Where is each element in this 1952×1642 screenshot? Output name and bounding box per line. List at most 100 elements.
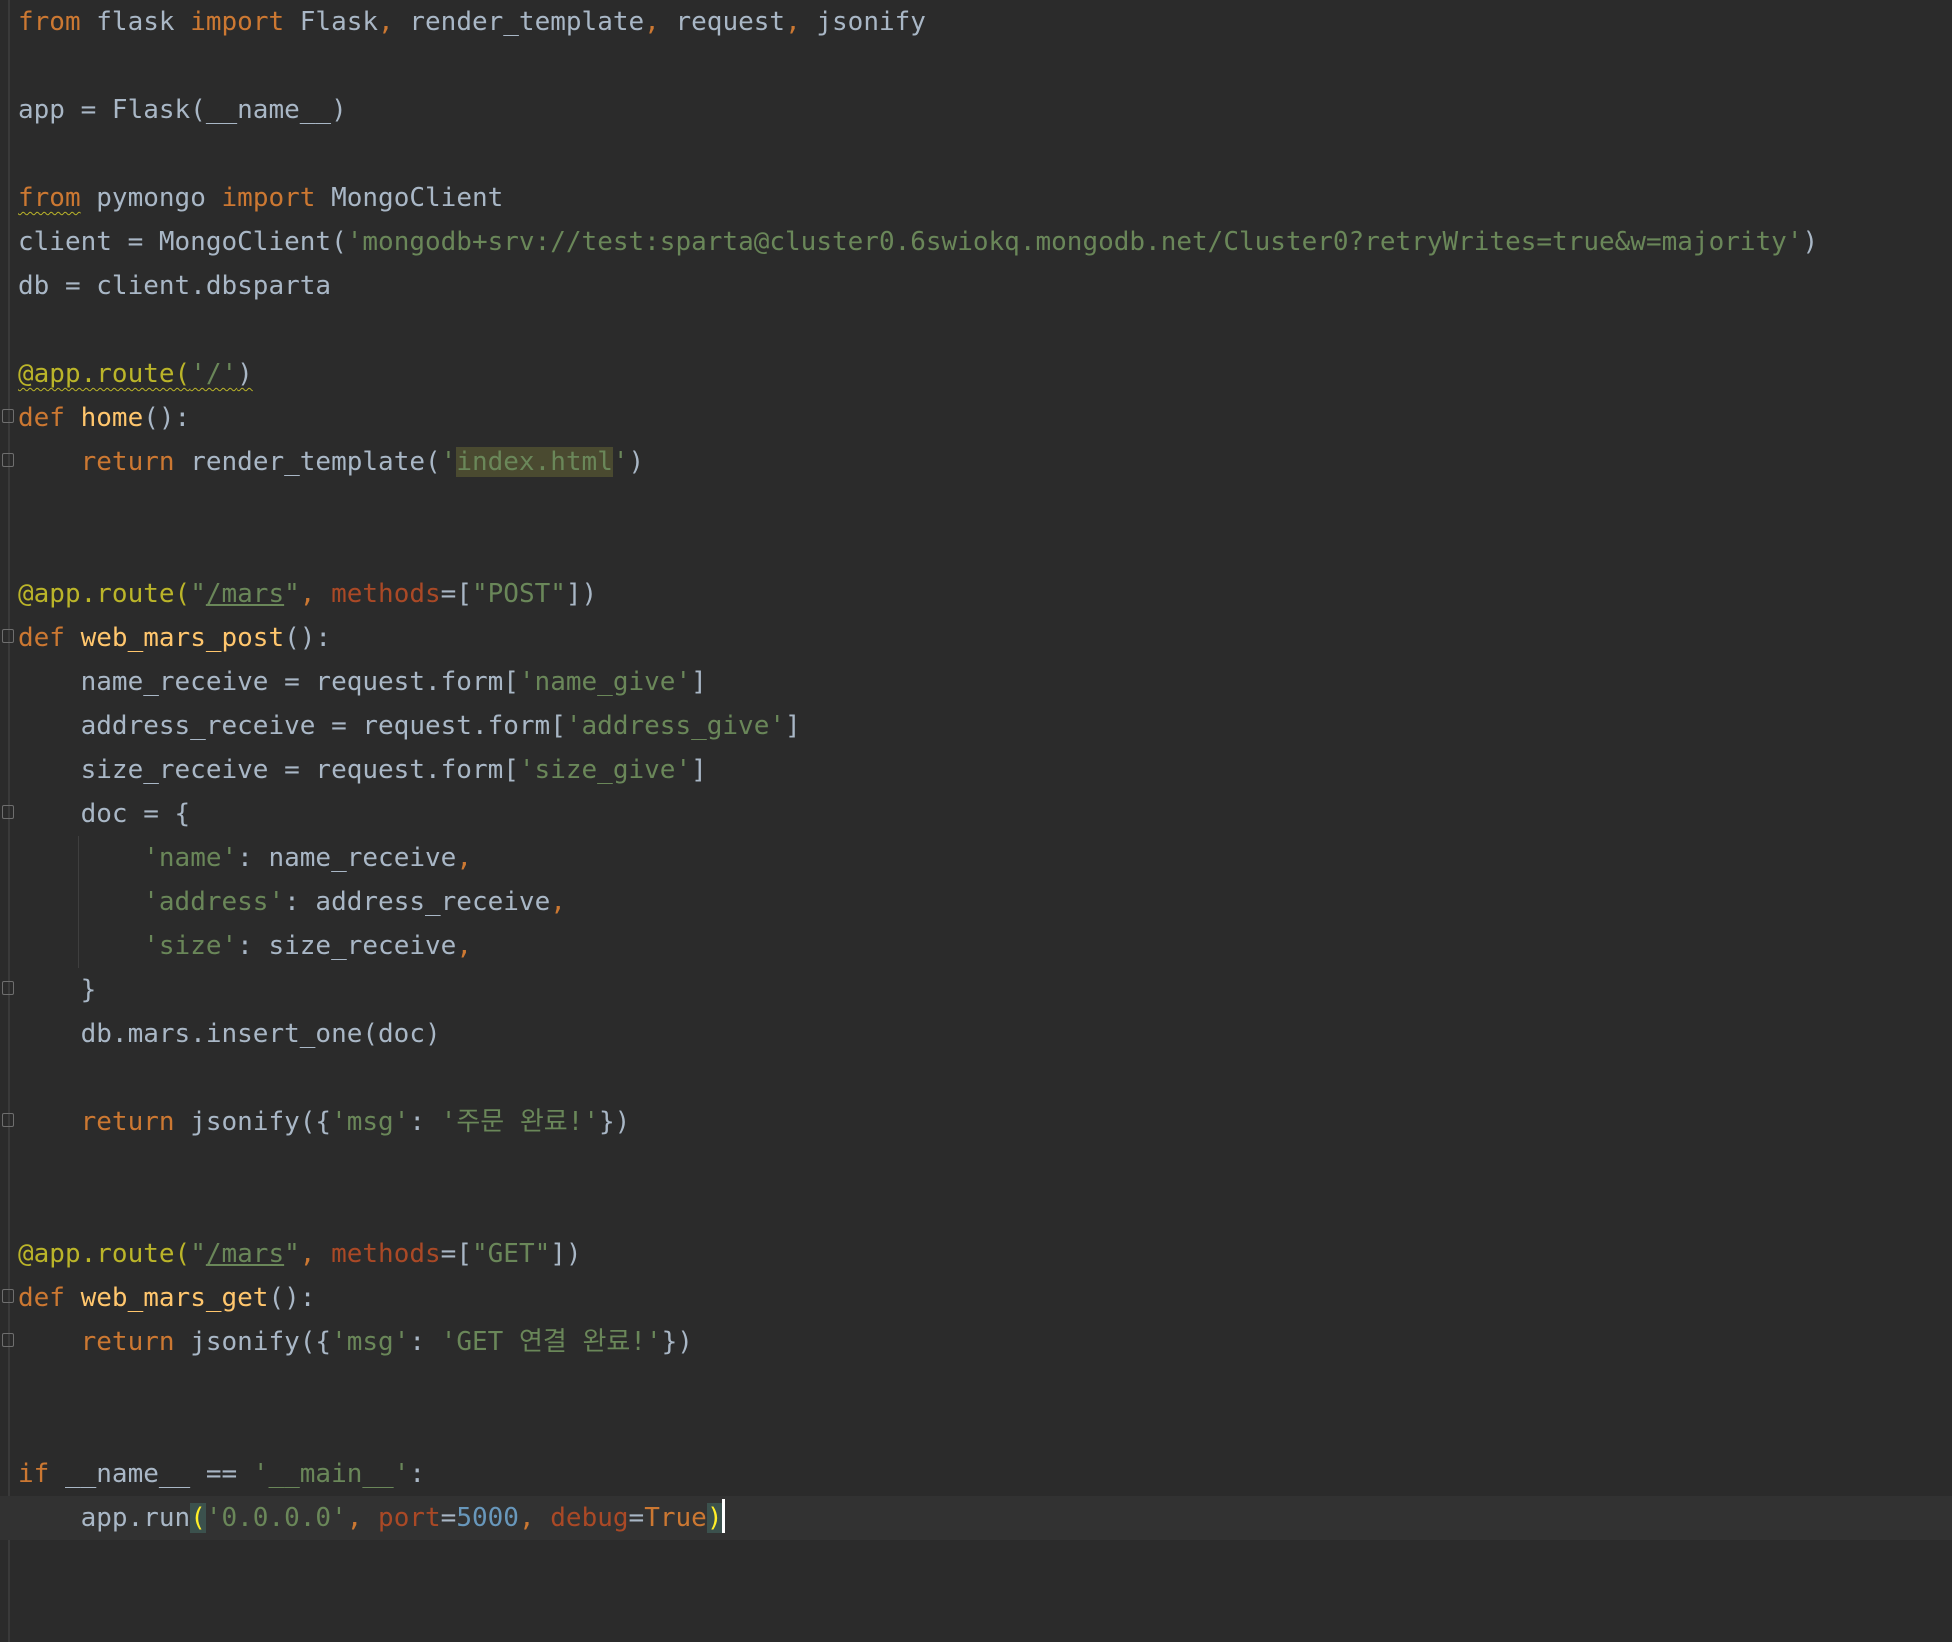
code-line[interactable]	[18, 44, 1952, 88]
code-token: "	[190, 579, 206, 609]
code-token: '0.0.0.0'	[205, 1503, 347, 1533]
code-token: ,	[346, 1503, 379, 1533]
code-token: jsonify({	[174, 1327, 332, 1357]
code-line[interactable]: if __name__ == '__main__':	[18, 1452, 1952, 1496]
code-line[interactable]: def web_mars_get():	[2, 1276, 1952, 1320]
code-token: web_mars_get	[80, 1283, 269, 1313]
code-token: 'size_give'	[518, 755, 692, 785]
code-editor[interactable]: from flask import Flask, render_template…	[0, 0, 1952, 1642]
code-line[interactable]: size_receive = request.form['size_give']	[18, 748, 1952, 792]
code-token: ,	[550, 887, 566, 917]
code-line[interactable]: address_receive = request.form['address_…	[18, 704, 1952, 748]
code-line[interactable]: @app.route("/mars", methods=["GET"])	[18, 1232, 1952, 1276]
code-token: 'msg'	[331, 1107, 410, 1137]
code-token: =	[440, 1503, 457, 1533]
code-line[interactable]: return jsonify({'msg': 'GET 연결 완료!'})	[2, 1320, 1952, 1364]
code-line[interactable]	[18, 1188, 1952, 1232]
code-token: from	[18, 183, 81, 213]
code-token: '/'	[190, 359, 238, 389]
code-token: 'msg'	[331, 1327, 410, 1357]
code-token: ():	[284, 623, 332, 653]
code-token: ,	[644, 7, 676, 37]
fold-marker-icon[interactable]	[2, 1289, 14, 1303]
code-line[interactable]: app = Flask(__name__)	[18, 88, 1952, 132]
fold-marker-icon[interactable]	[2, 1113, 14, 1127]
fold-marker-icon[interactable]	[2, 629, 14, 643]
code-token: name_receive = request.form[	[18, 667, 519, 697]
code-line[interactable]: doc = {	[2, 792, 1952, 836]
fold-marker-icon[interactable]	[2, 981, 14, 995]
code-line[interactable]: @app.route('/')	[18, 352, 1952, 396]
code-token: =[	[440, 579, 472, 609]
code-line[interactable]: 'address': address_receive,	[18, 880, 1952, 924]
code-line[interactable]	[18, 528, 1952, 572]
code-token: ,	[456, 843, 472, 873]
code-token: 'address_give'	[565, 711, 786, 741]
code-token: app.run	[18, 1503, 191, 1533]
code-token: "GET"	[471, 1239, 551, 1269]
code-token: /mars	[205, 579, 285, 609]
code-token: @app.route(	[18, 359, 191, 389]
code-line[interactable]: return jsonify({'msg': '주문 완료!'})	[2, 1100, 1952, 1144]
code-line[interactable]: db.mars.insert_one(doc)	[18, 1012, 1952, 1056]
text-caret	[722, 1499, 726, 1533]
code-token: "	[284, 579, 300, 609]
code-line[interactable]: @app.route("/mars", methods=["POST"])	[18, 572, 1952, 616]
fold-marker-icon[interactable]	[2, 805, 14, 819]
code-line[interactable]: def home():	[2, 396, 1952, 440]
code-token: render_template(	[174, 447, 441, 477]
code-line[interactable]: 'name': name_receive,	[18, 836, 1952, 880]
code-token: methods	[331, 1239, 441, 1269]
code-token: 5000	[456, 1503, 519, 1533]
fold-marker-icon[interactable]	[2, 453, 14, 467]
code-token: ,	[785, 7, 817, 37]
code-token: web_mars_post	[80, 623, 285, 653]
code-token: 'address'	[143, 887, 285, 917]
code-token: 'GET 연결 완료!'	[440, 1327, 662, 1357]
code-line[interactable]	[18, 1364, 1952, 1408]
code-line[interactable]: name_receive = request.form['name_give']	[18, 660, 1952, 704]
code-line[interactable]: return render_template('index.html')	[2, 440, 1952, 484]
code-token: 'name_give'	[518, 667, 692, 697]
code-token: (	[190, 1503, 206, 1533]
code-line[interactable]	[18, 132, 1952, 176]
code-line[interactable]	[18, 1056, 1952, 1100]
code-token: : name_receive	[237, 843, 457, 873]
code-line[interactable]: }	[2, 968, 1952, 1012]
code-line[interactable]: db = client.dbsparta	[18, 264, 1952, 308]
code-token: MongoClient	[315, 183, 504, 213]
code-token: : size_receive	[237, 931, 457, 961]
code-token: home	[80, 403, 144, 433]
code-line[interactable]: client = MongoClient('mongodb+srv://test…	[18, 220, 1952, 264]
code-token: "	[284, 1239, 300, 1269]
code-token: :	[409, 1327, 441, 1357]
code-token: '	[612, 447, 629, 477]
code-token: ():	[268, 1283, 316, 1313]
code-token: client = MongoClient(	[18, 227, 347, 257]
code-line[interactable]	[18, 1144, 1952, 1188]
code-token: }	[18, 975, 97, 1005]
fold-marker-icon[interactable]	[2, 409, 14, 423]
code-token: ,	[299, 579, 332, 609]
code-token: "	[190, 1239, 206, 1269]
code-line[interactable]: def web_mars_post():	[2, 616, 1952, 660]
code-token: =	[628, 1503, 645, 1533]
code-token: @app.route(	[18, 579, 191, 609]
code-line[interactable]: from pymongo import MongoClient	[18, 176, 1952, 220]
code-line[interactable]: app.run('0.0.0.0', port=5000, debug=True…	[0, 1496, 1952, 1540]
fold-marker-icon[interactable]	[2, 1333, 14, 1347]
code-line[interactable]	[18, 484, 1952, 528]
code-line[interactable]: 'size': size_receive,	[18, 924, 1952, 968]
code-token: ]	[785, 711, 801, 741]
code-token: )	[628, 447, 645, 477]
code-area[interactable]: from flask import Flask, render_template…	[0, 0, 1952, 1540]
code-token: methods	[331, 579, 441, 609]
code-line[interactable]	[18, 308, 1952, 352]
code-token: '	[440, 447, 457, 477]
code-line[interactable]	[18, 1408, 1952, 1452]
code-line[interactable]: from flask import Flask, render_template…	[18, 0, 1952, 44]
code-token: from	[18, 7, 81, 37]
